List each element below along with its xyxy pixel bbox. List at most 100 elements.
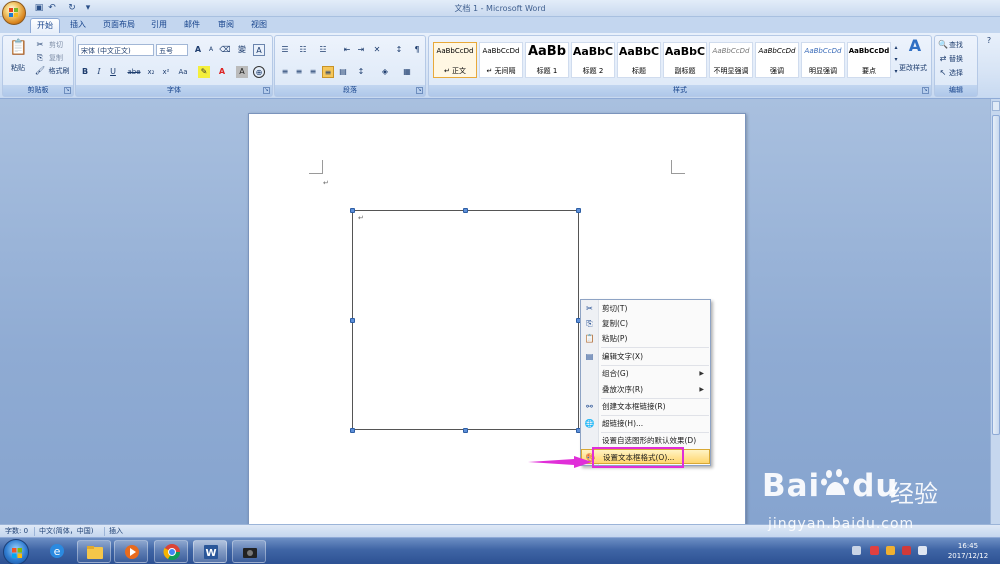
line-spacing-icon[interactable]: ↕ — [355, 66, 367, 78]
language-indicator[interactable]: 中文(简体，中国) — [39, 526, 93, 536]
office-button[interactable] — [2, 1, 26, 25]
replace-icon[interactable]: ⇄ — [937, 53, 949, 65]
style-strong[interactable]: AaBbCcDd 要点 — [847, 42, 891, 78]
superscript-button[interactable]: x² — [160, 66, 172, 78]
shrink-font-button[interactable]: A — [205, 44, 217, 56]
style-normal[interactable]: AaBbCcDd ↵ 正文 — [433, 42, 477, 78]
justify-icon[interactable]: ≡ — [322, 66, 334, 78]
taskbar-word[interactable]: W — [193, 540, 227, 563]
change-styles-icon[interactable]: A — [903, 38, 927, 58]
font-launcher-icon[interactable]: ↘ — [263, 87, 270, 94]
distributed-icon[interactable]: ▤ — [337, 66, 349, 78]
char-border-button[interactable]: A — [253, 44, 265, 56]
tray-network-icon[interactable] — [886, 546, 895, 555]
insert-mode-indicator[interactable]: 插入 — [109, 526, 123, 536]
paragraph-launcher-icon[interactable]: ↘ — [416, 87, 423, 94]
underline-button[interactable]: U — [107, 66, 119, 78]
cut-button[interactable]: 剪切 — [45, 39, 67, 51]
copy-button[interactable]: 复制 — [45, 52, 67, 64]
style-emphasis[interactable]: AaBbCcDd 强调 — [755, 42, 799, 78]
format-painter-button[interactable]: 格式刷 — [45, 65, 73, 77]
highlight-color-icon[interactable]: ✎ — [198, 66, 210, 78]
change-case-button[interactable]: Aa — [176, 66, 190, 78]
menu-item-set-default[interactable]: 设置自选图形的默认效果(D) — [581, 433, 710, 448]
resize-handle-s[interactable] — [463, 428, 468, 433]
style-heading-2[interactable]: AaBbC 标题 2 — [571, 42, 615, 78]
taskbar-explorer[interactable] — [77, 540, 111, 563]
select-button[interactable]: 选择 — [949, 67, 975, 79]
menu-item-paste[interactable]: 📋 粘贴(P) — [581, 331, 710, 346]
resize-handle-nw[interactable] — [350, 208, 355, 213]
vertical-scrollbar[interactable] — [990, 99, 1000, 524]
resize-handle-w[interactable] — [350, 318, 355, 323]
shading-icon[interactable]: ◈ — [379, 66, 391, 78]
font-size-select[interactable]: 五号 — [156, 44, 188, 56]
increase-indent-icon[interactable]: ⇥ — [355, 44, 367, 56]
resize-handle-sw[interactable] — [350, 428, 355, 433]
taskbar-media-player[interactable] — [114, 540, 148, 563]
select-icon[interactable]: ↖ — [937, 67, 949, 79]
resize-handle-ne[interactable] — [576, 208, 581, 213]
char-shading-icon[interactable]: A — [236, 66, 248, 78]
style-intense-emphasis[interactable]: AaBbCcDd 明显强调 — [801, 42, 845, 78]
tray-volume-icon[interactable] — [918, 546, 927, 555]
menu-item-order[interactable]: 叠放次序(R) ▶ — [581, 382, 710, 397]
find-icon[interactable]: 🔍 — [937, 39, 949, 51]
text-box-shape[interactable]: ↵ — [352, 210, 579, 430]
multilevel-list-icon[interactable]: ☳ — [317, 44, 329, 56]
word-count[interactable]: 字数: 0 — [5, 526, 28, 536]
tab-mailings[interactable]: 邮件 — [178, 18, 206, 33]
scroll-thumb[interactable] — [992, 115, 1000, 435]
font-name-select[interactable]: 宋体 (中文正文) — [78, 44, 154, 56]
start-button[interactable] — [3, 539, 29, 564]
scroll-up-icon[interactable] — [992, 101, 1000, 111]
resize-handle-n[interactable] — [463, 208, 468, 213]
bullets-icon[interactable]: ☰ — [279, 44, 291, 56]
subscript-button[interactable]: x₂ — [145, 66, 157, 78]
menu-item-create-link[interactable]: ⚯ 创建文本框链接(R) — [581, 399, 710, 414]
help-icon[interactable]: ? — [983, 35, 995, 47]
enclose-char-icon[interactable]: ⊕ — [253, 66, 265, 78]
menu-item-cut[interactable]: ✂ 剪切(T) — [581, 301, 710, 316]
paste-button[interactable]: 粘贴 — [5, 62, 31, 74]
strikethrough-button[interactable]: abe — [126, 66, 142, 78]
tab-view[interactable]: 视图 — [245, 18, 273, 33]
tab-insert[interactable]: 插入 — [64, 18, 92, 33]
find-button[interactable]: 查找 — [949, 39, 975, 51]
align-left-icon[interactable]: ≡ — [279, 66, 291, 78]
italic-button[interactable]: I — [93, 66, 105, 78]
taskbar-chrome[interactable] — [154, 540, 188, 563]
sort-icon[interactable]: ↕ — [393, 44, 405, 56]
taskbar-clock[interactable]: 16:45 2017/12/12 — [938, 541, 998, 561]
change-styles-button[interactable]: 更改样式 — [895, 62, 931, 74]
tray-app-icon[interactable] — [902, 546, 911, 555]
menu-item-hyperlink[interactable]: 🌐 超链接(H)... — [581, 416, 710, 431]
chinese-layout-icon[interactable]: ✕ — [371, 44, 383, 56]
bold-button[interactable]: B — [79, 66, 91, 78]
tab-page-layout[interactable]: 页面布局 — [100, 18, 138, 33]
style-heading-1[interactable]: AaBb 标题 1 — [525, 42, 569, 78]
style-no-spacing[interactable]: AaBbCcDd ↵ 无间隔 — [479, 42, 523, 78]
align-right-icon[interactable]: ≡ — [307, 66, 319, 78]
font-color-icon[interactable]: A — [216, 66, 228, 78]
style-subtle-emphasis[interactable]: AaBbCcDd 不明显强调 — [709, 42, 753, 78]
styles-launcher-icon[interactable]: ↘ — [922, 87, 929, 94]
phonetic-guide-icon[interactable]: 變 — [236, 44, 248, 56]
style-title[interactable]: AaBbC 标题 — [617, 42, 661, 78]
menu-item-edit-text[interactable]: ▤ 编辑文字(X) — [581, 349, 710, 364]
menu-item-group[interactable]: 组合(G) ▶ — [581, 366, 710, 381]
show-marks-icon[interactable]: ¶ — [411, 44, 423, 56]
tab-home[interactable]: 开始 — [30, 18, 60, 33]
style-subtitle[interactable]: AaBbC 副标题 — [663, 42, 707, 78]
tab-references[interactable]: 引用 — [145, 18, 173, 33]
menu-item-copy[interactable]: ⎘ 复制(C) — [581, 316, 710, 331]
tab-review[interactable]: 审阅 — [212, 18, 240, 33]
tray-keyboard-icon[interactable] — [852, 546, 861, 555]
borders-icon[interactable]: ▦ — [401, 66, 413, 78]
clear-format-icon[interactable]: ⌫ — [219, 44, 231, 56]
clipboard-launcher-icon[interactable]: ↘ — [64, 87, 71, 94]
numbering-icon[interactable]: ☷ — [297, 44, 309, 56]
taskbar-camera[interactable] — [232, 540, 266, 563]
grow-font-button[interactable]: A — [192, 44, 204, 56]
tray-antivirus-icon[interactable] — [870, 546, 879, 555]
